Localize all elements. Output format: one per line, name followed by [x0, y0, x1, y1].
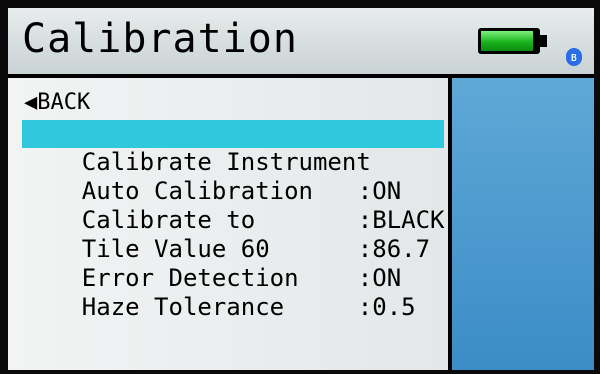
page-title: Calibration	[22, 16, 298, 62]
menu-item-tile-value[interactable]: Tile Value 60:86.7	[24, 207, 430, 263]
battery-cap	[540, 35, 547, 47]
device-screen: Calibration ʙ ◀BACK Calibrate Instrument…	[8, 8, 594, 370]
title-bar: Calibration ʙ	[8, 8, 594, 74]
side-panel	[452, 78, 594, 370]
menu-item-auto-calibration[interactable]: Auto Calibration:ON	[24, 149, 401, 205]
menu-item-calibrate-to[interactable]: Calibrate to:BLACK	[24, 178, 445, 234]
menu-item-haze-tolerance[interactable]: Haze Tolerance :0.5	[24, 265, 416, 321]
bluetooth-icon: ʙ	[566, 48, 582, 66]
back-button[interactable]: ◀BACK	[24, 90, 90, 115]
menu-item-error-detection[interactable]: Error Detection:ON	[24, 236, 401, 292]
battery-level-fill	[481, 31, 533, 51]
menu-item-calibrate-instrument[interactable]: Calibrate Instrument	[22, 120, 444, 176]
menu-item-value: :0.5	[357, 293, 416, 321]
battery-full-icon	[478, 28, 540, 54]
menu-item-label: Haze Tolerance	[81, 293, 285, 321]
